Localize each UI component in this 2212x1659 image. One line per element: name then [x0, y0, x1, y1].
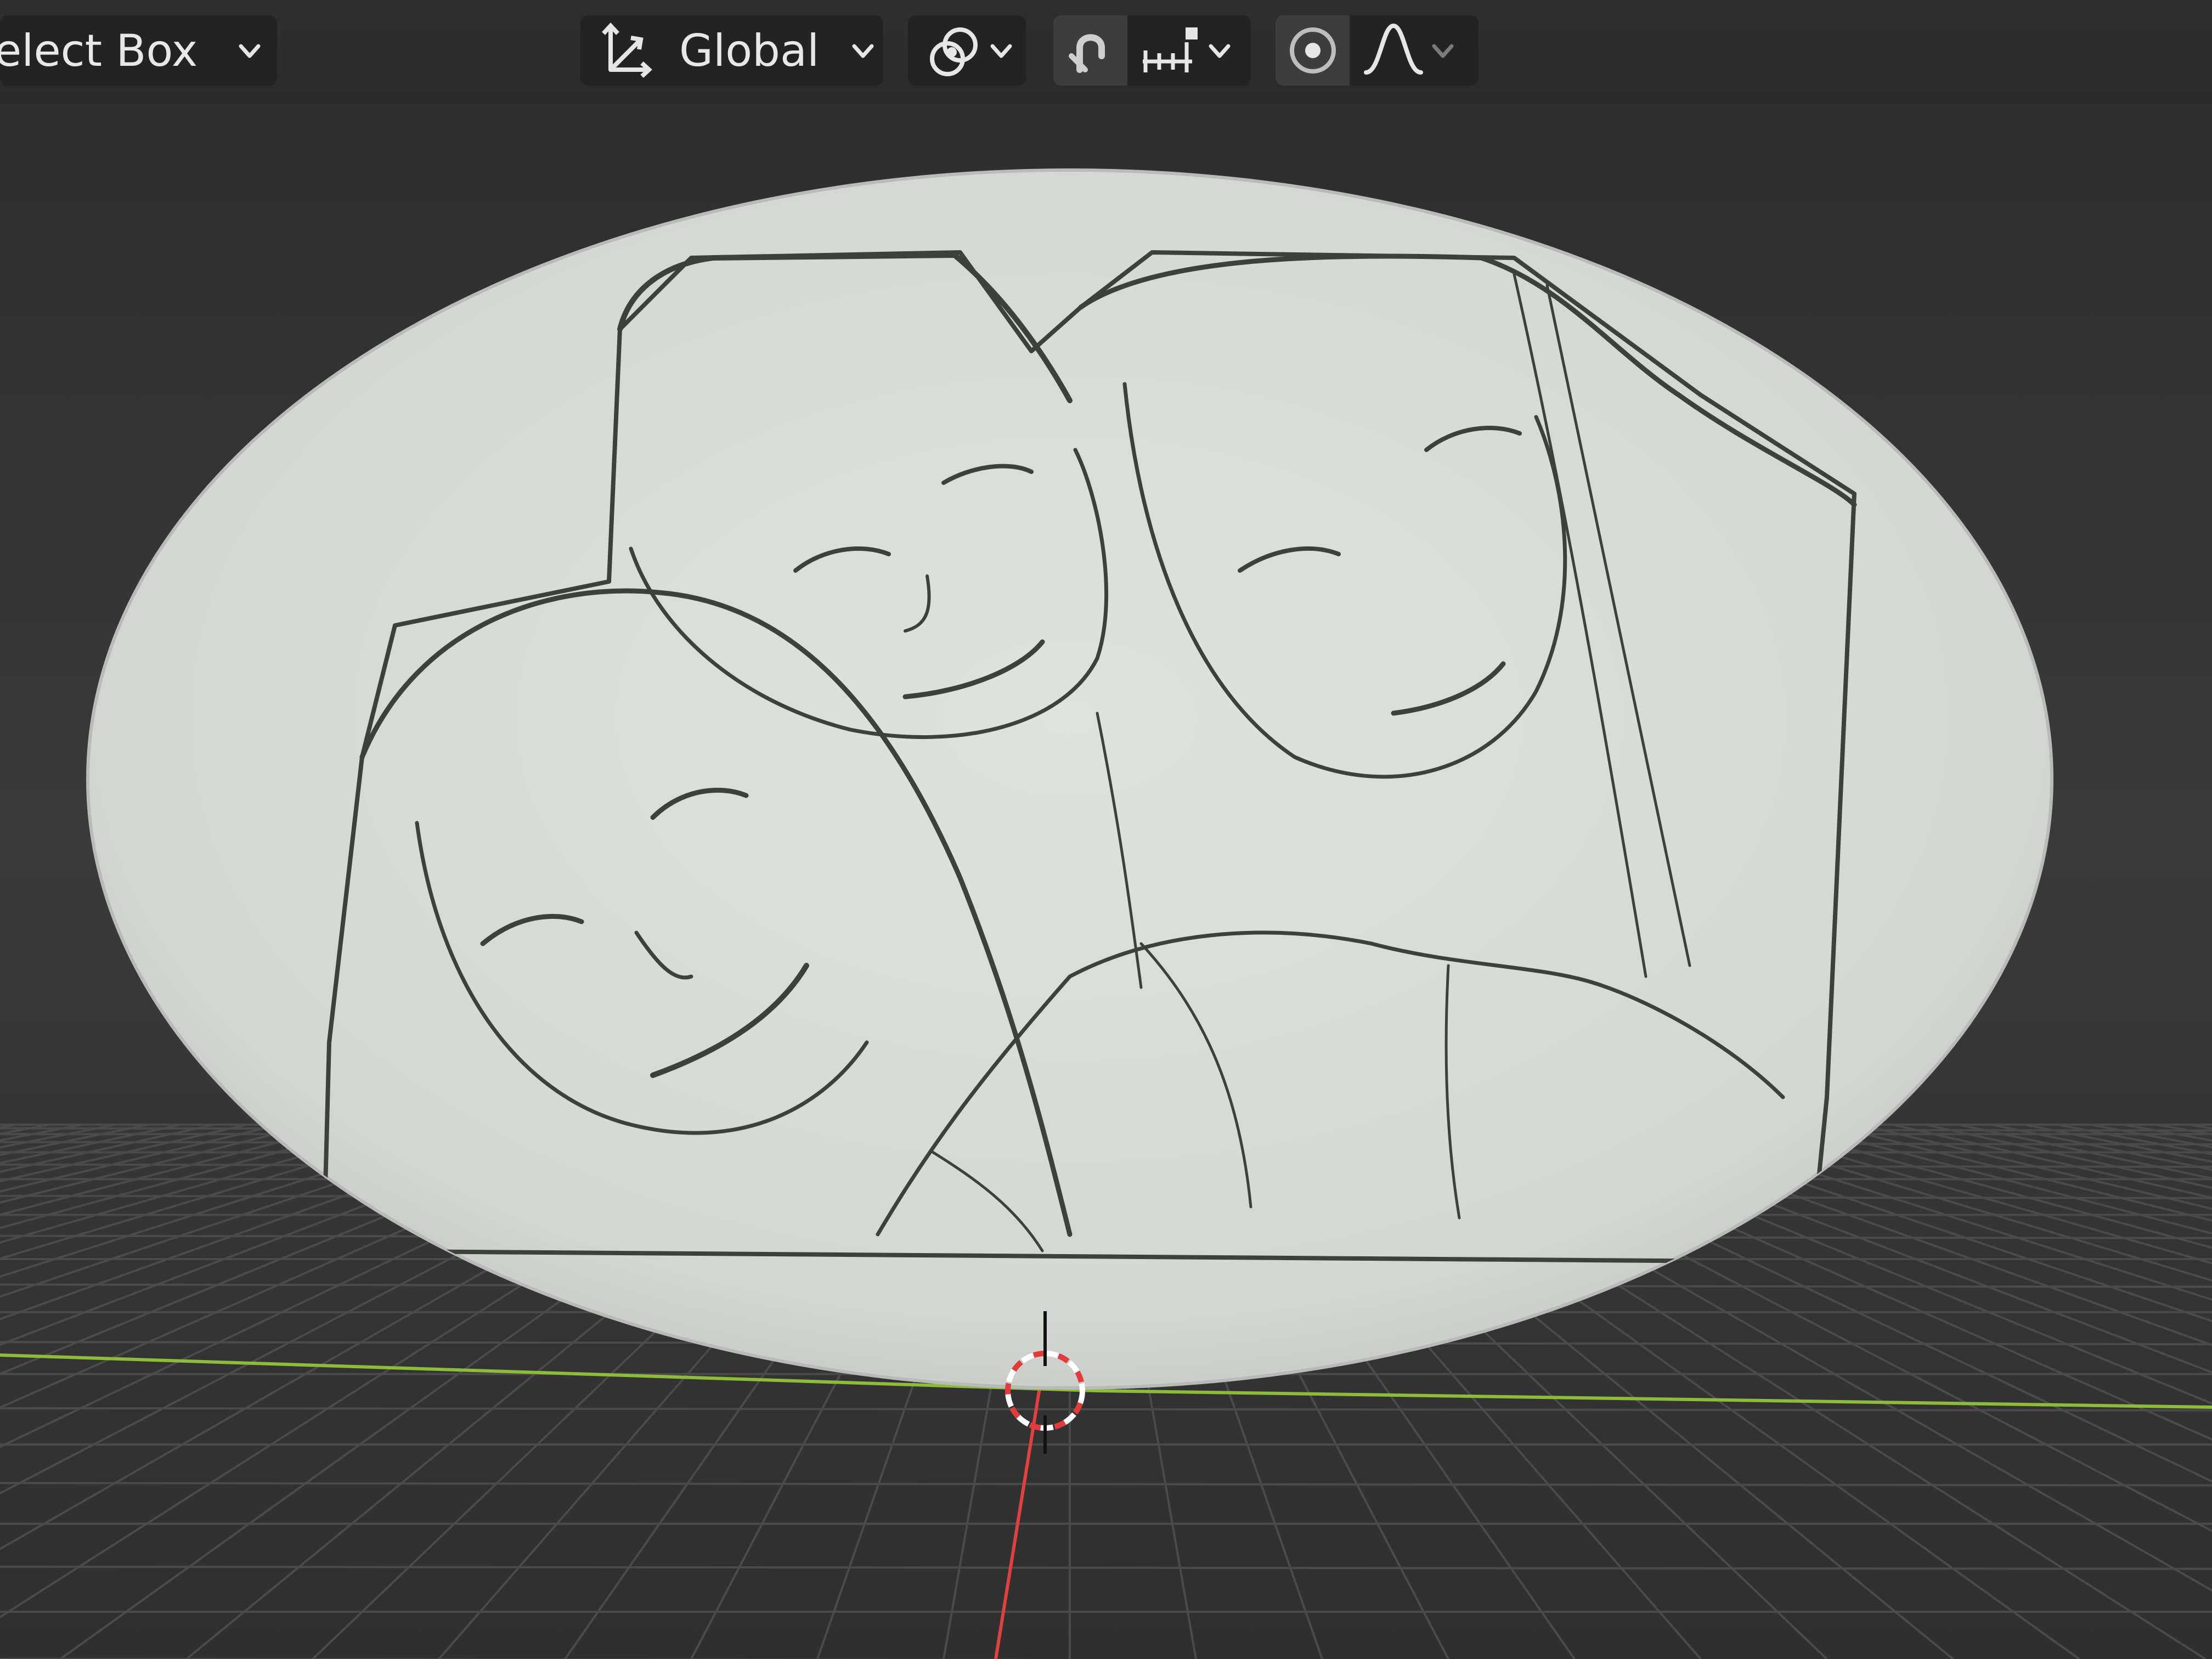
- oval-relief-plaque[interactable]: [86, 168, 2053, 1390]
- chevron-down-icon: [852, 44, 874, 58]
- proportional-editing-group: [1276, 15, 1479, 86]
- select-mode-label: elect Box: [0, 25, 198, 76]
- falloff-curve-icon: [1364, 23, 1423, 75]
- chevron-down-icon: [990, 44, 1012, 58]
- snap-magnet-icon: [1068, 34, 1105, 73]
- snap-toggle[interactable]: [1053, 15, 1127, 86]
- snap-target-dropdown[interactable]: [1127, 23, 1236, 78]
- chevron-down-icon: [1209, 44, 1231, 58]
- chevron-down-icon: [1432, 44, 1454, 58]
- 3d-viewport[interactable]: elect Box Global: [0, 0, 2212, 1659]
- pivot-point-icon: [930, 27, 978, 76]
- proportional-editing-toggle[interactable]: [1276, 15, 1350, 86]
- pivot-point-dropdown[interactable]: [908, 15, 1026, 86]
- falloff-dropdown[interactable]: [1350, 20, 1459, 81]
- chevron-down-icon: [239, 44, 261, 58]
- transform-orientation-dropdown[interactable]: Global: [580, 15, 883, 86]
- snap-group: [1053, 15, 1251, 86]
- proportional-editing-icon: [1289, 27, 1336, 74]
- viewport-scene[interactable]: [0, 0, 2212, 1659]
- snap-increment-icon: [1143, 27, 1198, 72]
- viewport-header: elect Box Global: [0, 0, 2212, 104]
- select-mode-dropdown[interactable]: elect Box: [0, 15, 277, 86]
- transform-orientation-icon: [602, 22, 652, 78]
- transform-orientation-label: Global: [679, 25, 820, 76]
